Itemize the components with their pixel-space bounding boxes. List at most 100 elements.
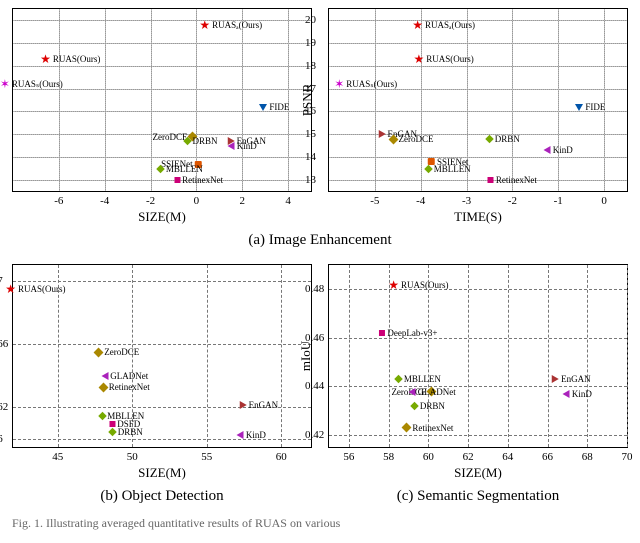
x-tick: 2 <box>239 195 245 207</box>
y-tick: 0.66 <box>0 338 8 350</box>
x-axis-label: TIME(S) <box>329 209 627 225</box>
grid-line <box>329 43 627 44</box>
grid-line <box>329 289 627 290</box>
hexagram-icon: ✶ <box>334 79 344 89</box>
x-tick: 70 <box>622 451 633 463</box>
data-point: ZeroDCE <box>390 130 434 148</box>
point-label: MBLLEN <box>434 164 471 174</box>
y-tick: 14 <box>305 151 316 163</box>
x-tick: 45 <box>52 451 63 463</box>
grid-line <box>375 9 376 191</box>
x-tick: 50 <box>127 451 138 463</box>
y-tick: 20 <box>305 14 316 26</box>
hexagon-icon <box>94 347 104 357</box>
chart-enh-size: -6-4-20241314151617181920SIZE(M)PSNR★RUA… <box>12 8 312 192</box>
data-point: RetinexNet <box>488 171 537 189</box>
grid-line <box>151 9 152 191</box>
x-tick: 56 <box>343 451 354 463</box>
data-point: KinD <box>563 385 592 403</box>
grid-line <box>329 157 627 158</box>
triangle-right-icon <box>552 375 559 383</box>
x-tick: 62 <box>463 451 474 463</box>
x-tick: 0 <box>194 195 200 207</box>
y-tick: 0.6 <box>0 433 3 445</box>
grid-line <box>13 43 311 44</box>
y-tick: 0.48 <box>305 283 324 295</box>
chart-seg-size: 56586062646668700.420.440.460.48SIZE(M)m… <box>328 264 628 448</box>
x-tick: -6 <box>54 195 63 207</box>
y-tick: 0.7 <box>0 275 3 287</box>
point-label: GLADNet <box>418 387 456 397</box>
x-tick: -1 <box>554 195 563 207</box>
y-axis-label: mIoU <box>298 341 314 371</box>
grid-line <box>627 265 628 447</box>
point-label: RUAS(Ours) <box>426 54 474 64</box>
data-point: ★RUAS(Ours) <box>388 275 448 293</box>
hexagon-icon <box>402 423 412 433</box>
point-label: RUASₐ(Ours) <box>212 20 262 30</box>
grid-line <box>329 180 627 181</box>
x-tick: 60 <box>276 451 287 463</box>
chart-enh-time: -5-4-3-2-101314151617181920TIME(S)PSNR★R… <box>328 8 628 192</box>
point-label: RUAS(Ours) <box>53 54 101 64</box>
x-tick: -2 <box>508 195 517 207</box>
figure-caption: Fig. 1. Illustrating averaged quantitati… <box>12 516 628 531</box>
data-point: DRBN <box>487 130 520 148</box>
data-point: ★RUAS(Ours) <box>413 50 473 68</box>
y-axis-label: PSNR <box>299 84 315 117</box>
point-label: ZeroDCE <box>104 347 139 357</box>
x-tick: 68 <box>582 451 593 463</box>
triangle-down-icon <box>575 104 583 111</box>
point-label: RUASₛ(Ours) <box>346 79 397 89</box>
point-label: DeepLab-v3+ <box>387 328 437 338</box>
y-tick: 15 <box>305 128 316 140</box>
data-point: DeepLab-v3+ <box>379 324 437 342</box>
triangle-left-icon <box>237 431 244 439</box>
data-point: RetinexNet <box>100 378 150 396</box>
star-icon: ★ <box>5 284 16 294</box>
grid-line <box>13 180 311 181</box>
point-label: EnGAN <box>561 374 591 384</box>
grid-line <box>207 265 208 447</box>
data-point: MBLLEN <box>426 159 471 177</box>
grid-line <box>468 265 469 447</box>
triangle-left-icon <box>563 390 570 398</box>
caption-c: (c) Semantic Segmentation <box>328 488 628 505</box>
grid-line <box>329 435 627 436</box>
grid-line <box>329 66 627 67</box>
square-icon <box>174 177 180 183</box>
point-label: DRBN <box>495 134 520 144</box>
point-label: KinD <box>553 145 573 155</box>
data-point: DRBN <box>110 422 143 440</box>
grid-line <box>59 9 60 191</box>
point-label: RetinexNet <box>109 382 150 392</box>
star-icon: ★ <box>199 20 210 30</box>
grid-line <box>13 20 311 21</box>
point-label: RUASₛ(Ours) <box>12 79 63 89</box>
data-point: FIDE <box>259 98 289 116</box>
x-tick: 58 <box>383 451 394 463</box>
data-point: ✶RUASₛ(Ours) <box>334 75 397 93</box>
y-tick: 0.42 <box>305 429 324 441</box>
diamond-icon <box>183 137 191 145</box>
diamond-icon <box>98 411 106 419</box>
x-tick: 66 <box>542 451 553 463</box>
star-icon: ★ <box>412 20 423 30</box>
triangle-down-icon <box>259 104 267 111</box>
triangle-left-icon <box>228 142 235 150</box>
x-tick: 64 <box>502 451 513 463</box>
x-tick: 60 <box>423 451 434 463</box>
point-label: RetinexNet <box>182 175 223 185</box>
grid-line <box>349 265 350 447</box>
point-label: DRBN <box>192 136 217 146</box>
data-point: RetinexNet <box>174 171 223 189</box>
data-point: DRBN <box>184 132 217 150</box>
point-label: FIDE <box>269 102 289 112</box>
x-tick: -3 <box>462 195 471 207</box>
point-label: RetinexNet <box>496 175 537 185</box>
point-label: KinD <box>237 141 257 151</box>
star-icon: ★ <box>40 54 51 64</box>
data-point: FIDE <box>575 98 605 116</box>
data-point: EnGAN <box>240 395 279 413</box>
x-tick: -4 <box>100 195 109 207</box>
